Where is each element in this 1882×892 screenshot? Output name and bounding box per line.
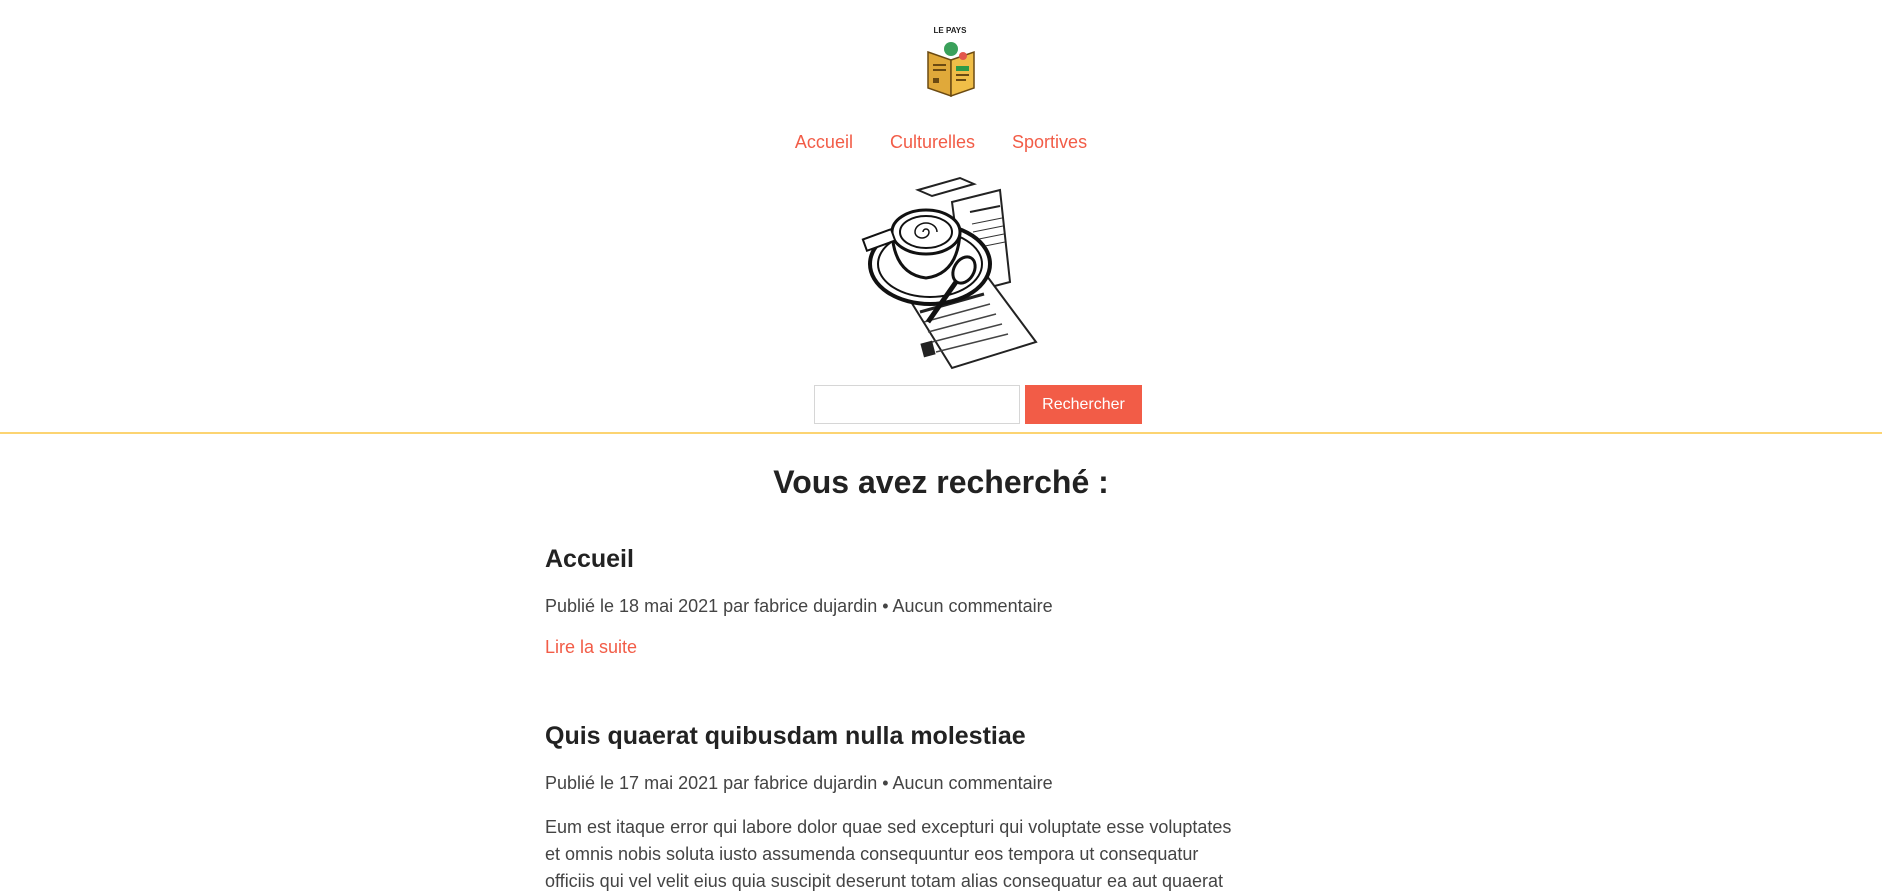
article-title[interactable]: Quis quaerat quibusdam nulla molestiae (545, 722, 1245, 751)
site-header: LE PAYS Accueil Culturelles Sportives Re… (0, 0, 1882, 434)
article-meta: Publié le 18 mai 2021 par fabrice dujard… (545, 596, 1053, 616)
coffee-cup-icon (861, 176, 1038, 370)
article-excerpt: Eum est itaque error qui labore dolor qu… (545, 817, 1232, 891)
search-button[interactable]: Rechercher (1025, 385, 1142, 424)
logo-text: LE PAYS (933, 26, 967, 35)
nav-item-sportives[interactable]: Sportives (1012, 132, 1087, 152)
search-form: Rechercher (814, 385, 1142, 424)
page-title: Vous avez recherché : (773, 464, 1109, 500)
article-item: Accueil Publié le 18 mai 2021 par fabric… (545, 545, 1245, 658)
coffee-newspaper-illustration (860, 172, 1040, 372)
main-nav: Accueil Culturelles Sportives (0, 132, 1882, 153)
search-input[interactable] (814, 385, 1020, 424)
nav-item-accueil[interactable]: Accueil (795, 132, 853, 152)
site-logo[interactable]: LE PAYS (921, 26, 979, 100)
article-item: Quis quaerat quibusdam nulla molestiae P… (545, 722, 1245, 892)
read-more-link[interactable]: Lire la suite (545, 637, 637, 657)
newspaper-reader-logo-icon (927, 42, 975, 98)
article-meta: Publié le 17 mai 2021 par fabrice dujard… (545, 773, 1053, 793)
nav-item-culturelles[interactable]: Culturelles (890, 132, 975, 152)
article-title[interactable]: Accueil (545, 545, 1245, 574)
